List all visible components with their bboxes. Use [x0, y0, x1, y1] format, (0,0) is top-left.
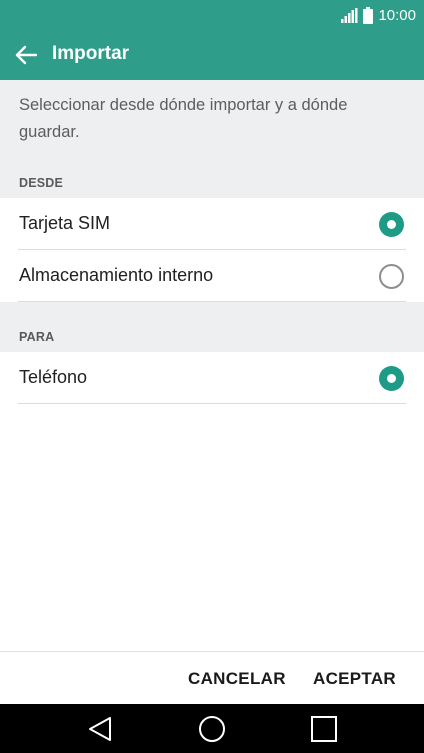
back-button[interactable] — [10, 40, 42, 70]
intro-band: Seleccionar desde dónde importar y a dón… — [0, 80, 424, 198]
page-title: Importar — [52, 43, 130, 64]
status-bar: 10:00 — [0, 0, 424, 30]
home-circle-icon — [199, 716, 225, 742]
nav-home-button[interactable] — [197, 714, 227, 744]
back-triangle-icon — [89, 717, 111, 741]
radio-selected[interactable] — [379, 212, 404, 237]
option-label: Almacenamiento interno — [19, 265, 214, 285]
divider — [18, 403, 406, 404]
status-icons: 10:00 — [341, 5, 416, 25]
cancel-button[interactable]: CANCELAR — [188, 669, 286, 689]
radio-unselected[interactable] — [379, 264, 404, 289]
back-arrow-icon — [15, 45, 37, 65]
signal-icon — [341, 7, 358, 23]
radio-selected[interactable] — [379, 366, 404, 391]
import-content: Seleccionar desde dónde importar y a dón… — [0, 80, 424, 651]
section-header-from: DESDE — [19, 176, 64, 190]
status-time: 10:00 — [378, 6, 416, 24]
intro-text: Seleccionar desde dónde importar y a dón… — [19, 96, 348, 141]
nav-back-button[interactable] — [85, 714, 115, 744]
app-bar: Importar — [0, 30, 424, 80]
option-phone[interactable]: Teléfono — [0, 352, 424, 404]
option-sim-card[interactable]: Tarjeta SIM — [0, 198, 424, 250]
section-header-to: PARA — [19, 330, 55, 344]
recents-square-icon — [311, 716, 337, 742]
to-section-band: PARA — [0, 302, 424, 352]
option-internal-storage[interactable]: Almacenamiento interno — [0, 250, 424, 302]
battery-icon — [363, 6, 374, 24]
accept-button[interactable]: ACEPTAR — [313, 669, 396, 689]
nav-recents-button[interactable] — [309, 714, 339, 744]
option-label: Teléfono — [19, 367, 88, 387]
dialog-actions: CANCELAR ACEPTAR — [0, 651, 424, 704]
option-label: Tarjeta SIM — [19, 213, 111, 233]
navigation-bar — [0, 704, 424, 753]
